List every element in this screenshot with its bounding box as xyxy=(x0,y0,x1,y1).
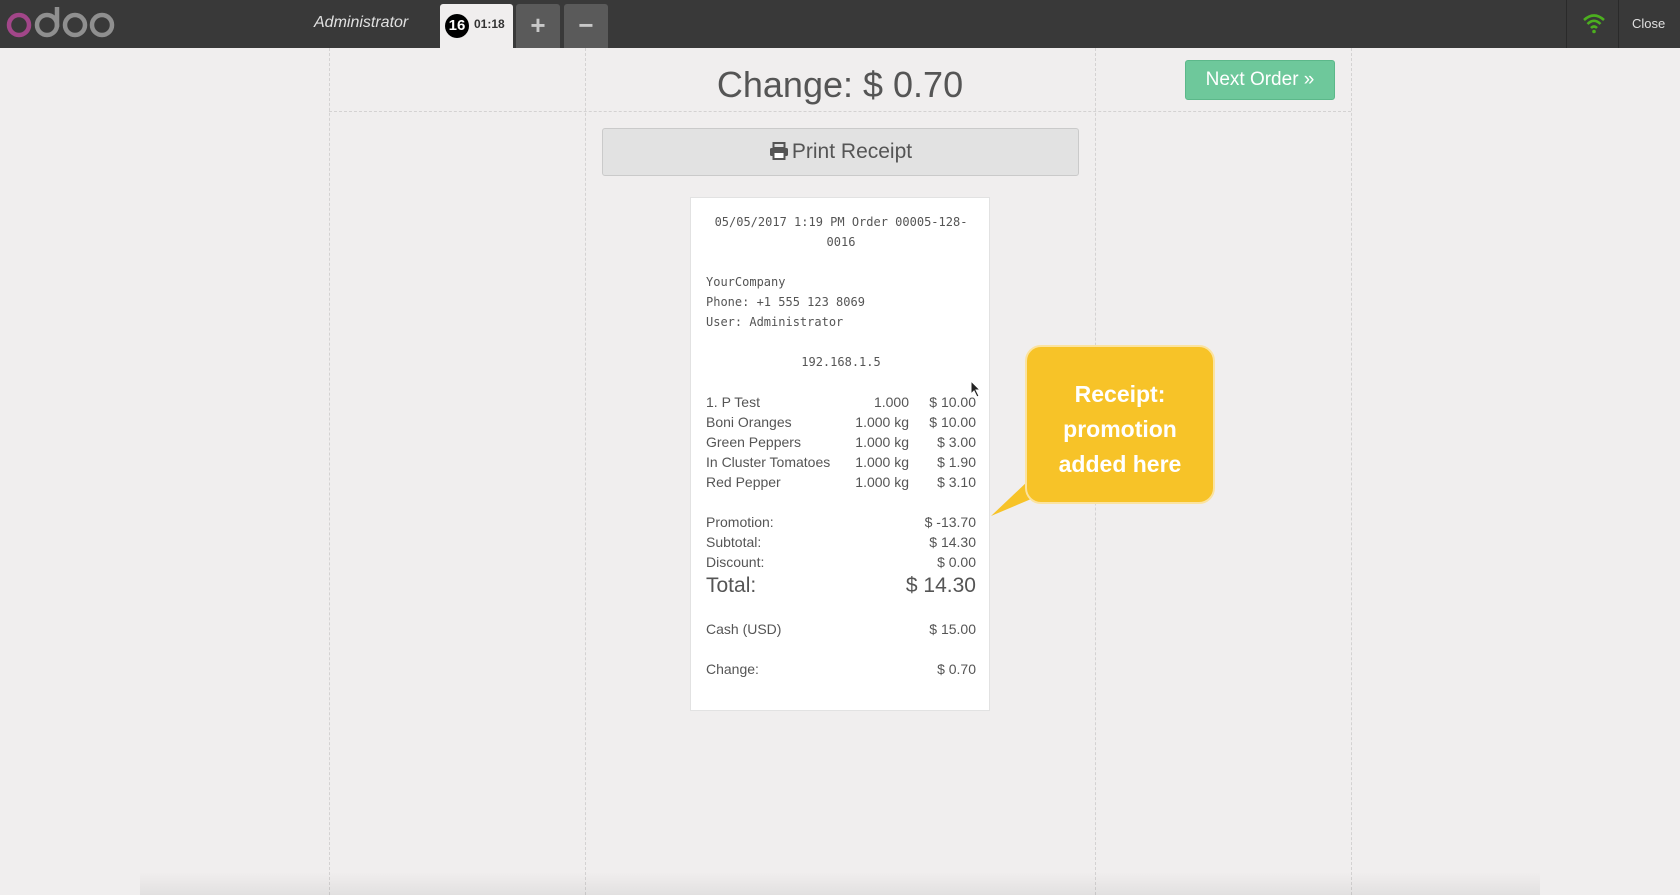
discount-value: $ 0.00 xyxy=(937,554,976,570)
subtotal-label: Subtotal: xyxy=(706,534,762,550)
change-title: Change: $ 0.70 xyxy=(716,64,964,105)
receipt-phone: Phone: +1 555 123 8069 xyxy=(706,295,865,309)
receipt-line: In Cluster Tomatoes 1.000 kg $ 1.90 xyxy=(706,452,976,472)
mouse-cursor-icon xyxy=(970,380,982,398)
promotion-label: Promotion: xyxy=(706,514,774,530)
line-product: Red Pepper xyxy=(706,474,781,490)
receipt-line: Red Pepper 1.000 kg $ 3.10 xyxy=(706,472,976,492)
receipt: 05/05/2017 1:19 PM Order 00005-128- 0016… xyxy=(690,197,990,711)
minus-icon: − xyxy=(578,10,594,40)
screen-border-right xyxy=(1351,48,1352,895)
receipt-promotion: Promotion: $ -13.70 xyxy=(706,512,976,532)
order-time: 01:18 xyxy=(474,17,505,31)
add-order-button[interactable]: + xyxy=(516,4,560,48)
line-product: Boni Oranges xyxy=(706,414,792,430)
line-price: $ 3.00 xyxy=(937,434,976,450)
callout-line: promotion xyxy=(1063,416,1177,442)
total-value: $ 14.30 xyxy=(905,574,976,597)
print-receipt-button[interactable]: Print Receipt xyxy=(602,128,1079,176)
topbar-divider xyxy=(1618,0,1619,48)
cashier-name[interactable]: Administrator xyxy=(314,14,408,32)
line-product: Green Peppers xyxy=(706,434,801,450)
line-product: 1. P Test xyxy=(706,394,760,410)
line-price: $ 10.00 xyxy=(929,414,976,430)
receipt-payment: Cash (USD) $ 15.00 xyxy=(706,619,976,639)
line-qty: 1.000 xyxy=(873,394,909,410)
line-qty: 1.000 kg xyxy=(855,474,909,490)
line-qty: 1.000 kg xyxy=(855,454,909,470)
order-sequence-badge: 16 xyxy=(445,14,469,38)
printer-icon xyxy=(769,142,788,160)
subtotal-value: $ 14.30 xyxy=(929,534,976,550)
receipt-line: Boni Oranges 1.000 kg $ 10.00 xyxy=(706,412,976,432)
receipt-company: YourCompany xyxy=(706,275,786,289)
line-price: $ 1.90 xyxy=(937,454,976,470)
callout-line: Receipt: xyxy=(1074,381,1166,407)
payment-value: $ 15.00 xyxy=(929,621,976,637)
header-divider xyxy=(329,111,1351,112)
next-order-button[interactable]: Next Order » xyxy=(1185,60,1335,100)
line-qty: 1.000 kg xyxy=(855,414,909,430)
callout-line: added here xyxy=(1058,451,1182,477)
bottom-shadow xyxy=(140,872,1540,895)
receipt-company-block: YourCompany Phone: +1 555 123 8069 User:… xyxy=(706,272,865,332)
receipt-user: User: Administrator xyxy=(706,315,844,329)
close-button[interactable]: Close xyxy=(1632,16,1665,31)
receipt-column-left xyxy=(585,48,586,895)
receipt-subtotal: Subtotal: $ 14.30 xyxy=(706,532,976,552)
receipt-date-order: 05/05/2017 1:19 PM Order 00005-128- xyxy=(714,215,968,229)
receipt-ip: 192.168.1.5 xyxy=(801,355,881,369)
line-product: In Cluster Tomatoes xyxy=(706,454,831,470)
total-label: Total: xyxy=(706,574,757,597)
screen-border-left xyxy=(329,48,330,895)
receipt-order-suffix: 0016 xyxy=(826,235,856,249)
payment-label: Cash (USD) xyxy=(706,621,782,637)
pos-topbar: Administrator 16 01:18 + − Close xyxy=(0,0,1680,48)
discount-label: Discount: xyxy=(706,554,765,570)
order-tab-active[interactable]: 16 01:18 xyxy=(440,4,513,48)
wifi-icon[interactable] xyxy=(1582,12,1606,34)
print-receipt-label: Print Receipt xyxy=(791,140,913,163)
receipt-line: Green Peppers 1.000 kg $ 3.00 xyxy=(706,432,976,452)
promotion-value: $ -13.70 xyxy=(924,514,976,530)
line-qty: 1.000 kg xyxy=(855,434,909,450)
line-price: $ 10.00 xyxy=(929,394,976,410)
receipt-discount: Discount: $ 0.00 xyxy=(706,552,976,572)
receipt-line: 1. P Test 1.000 $ 10.00 xyxy=(706,392,976,412)
plus-icon: + xyxy=(530,10,546,40)
line-price: $ 3.10 xyxy=(937,474,976,490)
remove-order-button[interactable]: − xyxy=(564,4,608,48)
receipt-header: 05/05/2017 1:19 PM Order 00005-128- 0016 xyxy=(706,212,976,252)
receipt-total: Total: $ 14.30 xyxy=(706,573,976,599)
change-value: $ 0.70 xyxy=(937,661,976,677)
change-label: Change: xyxy=(706,661,759,677)
receipt-change: Change: $ 0.70 xyxy=(706,659,976,679)
topbar-divider xyxy=(1566,0,1567,48)
promotion-callout: Receipt: promotion added here xyxy=(1025,345,1215,504)
odoo-logo xyxy=(6,7,115,38)
